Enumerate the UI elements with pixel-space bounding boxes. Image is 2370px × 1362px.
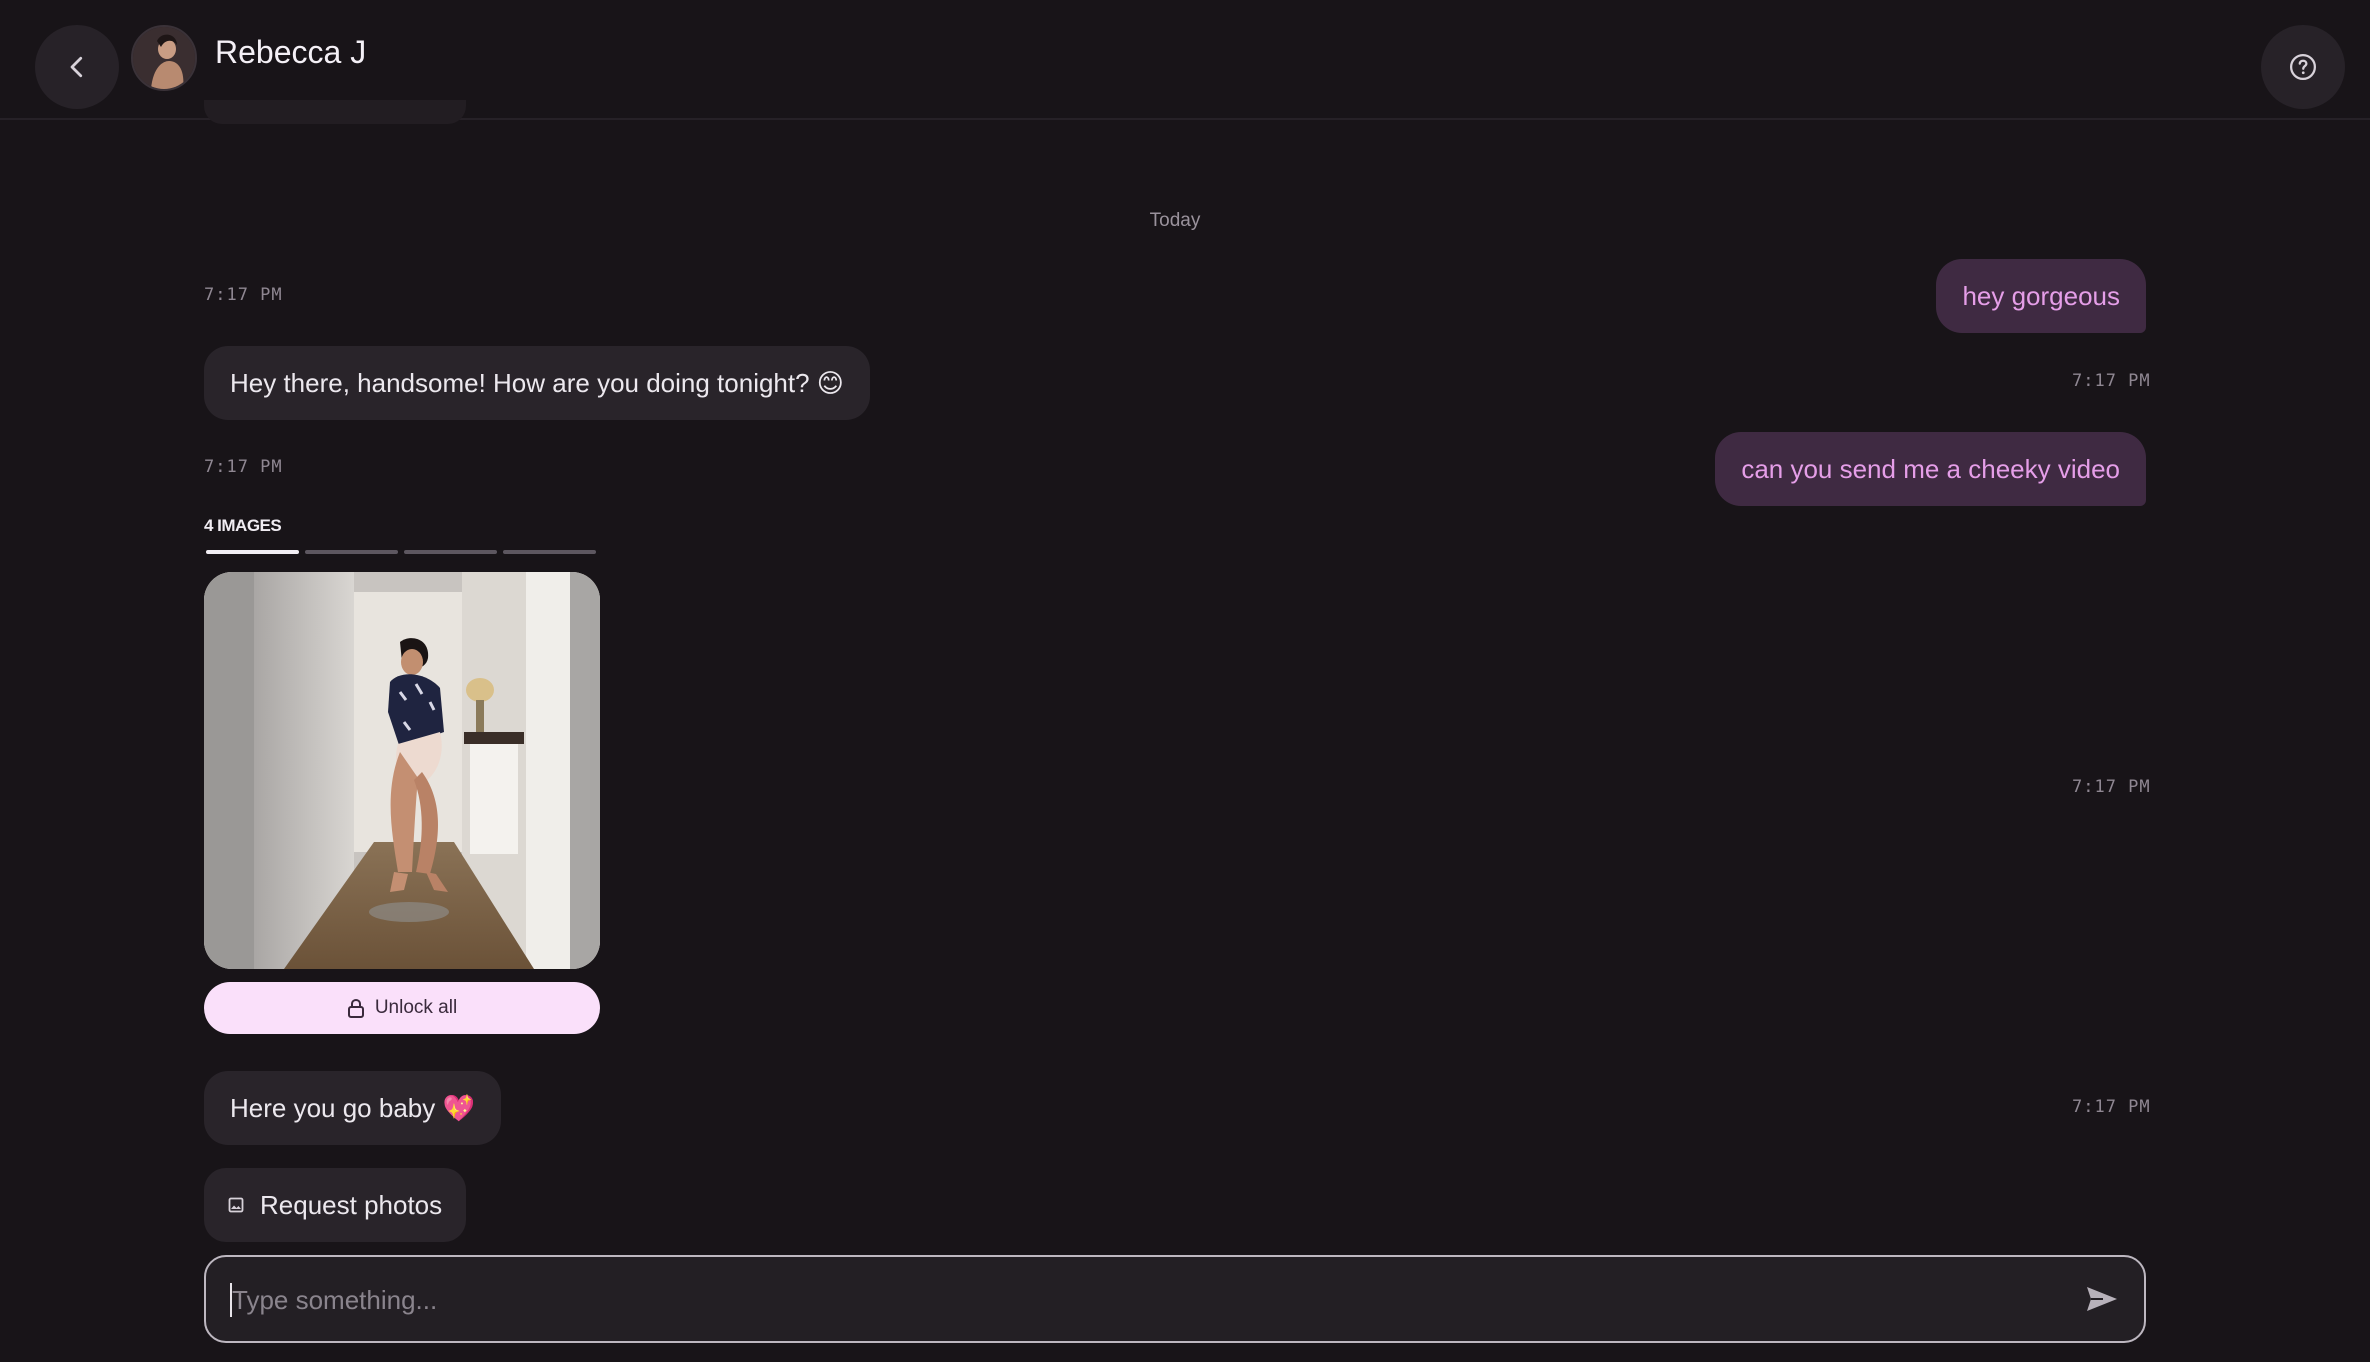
message-timestamp: 7:17 PM: [204, 285, 283, 305]
request-photos-button[interactable]: Request photos: [204, 1168, 467, 1242]
avatar-photo: [133, 27, 195, 89]
message-timestamp: 7:17 PM: [2072, 371, 2151, 391]
text-caret: [230, 1283, 232, 1317]
help-button[interactable]: [2261, 25, 2345, 109]
help-circle-icon: [2290, 54, 2316, 80]
media-image[interactable]: [204, 572, 600, 969]
message-input[interactable]: [230, 1257, 2054, 1343]
image-icon: [228, 1197, 244, 1213]
unlock-all-button[interactable]: Unlock all: [204, 982, 600, 1034]
send-icon: [2087, 1287, 2117, 1311]
previous-message-bubble: [204, 100, 466, 124]
date-divider: Today: [1149, 210, 1201, 231]
media-progress-segment[interactable]: [503, 550, 596, 554]
contact-name: Rebecca J: [215, 34, 367, 70]
media-count-label: 4 IMAGES: [204, 516, 282, 535]
message-timestamp: 7:17 PM: [2072, 1097, 2151, 1117]
request-photos-label: Request photos: [260, 1189, 443, 1220]
back-button[interactable]: [35, 25, 119, 109]
message-timestamp: 7:17 PM: [2072, 777, 2151, 797]
chevron-left-icon: [70, 56, 83, 78]
media-progress-segment[interactable]: [305, 550, 398, 554]
outgoing-message: hey gorgeous: [1936, 259, 2146, 333]
incoming-message: Here you go baby 💖: [204, 1071, 501, 1145]
incoming-message: Hey there, handsome! How are you doing t…: [204, 346, 870, 420]
media-progress-segment[interactable]: [206, 550, 299, 554]
message-composer: [204, 1255, 2146, 1343]
avatar[interactable]: [131, 25, 197, 91]
message-timestamp: 7:17 PM: [204, 457, 283, 477]
outgoing-message: can you send me a cheeky video: [1715, 432, 2146, 506]
lock-icon: [347, 998, 364, 1018]
media-progress: [206, 550, 596, 554]
unlock-all-label: Unlock all: [374, 997, 458, 1018]
media-progress-segment[interactable]: [404, 550, 497, 554]
hallway-photo: [204, 572, 600, 969]
send-button[interactable]: [2080, 1279, 2124, 1319]
